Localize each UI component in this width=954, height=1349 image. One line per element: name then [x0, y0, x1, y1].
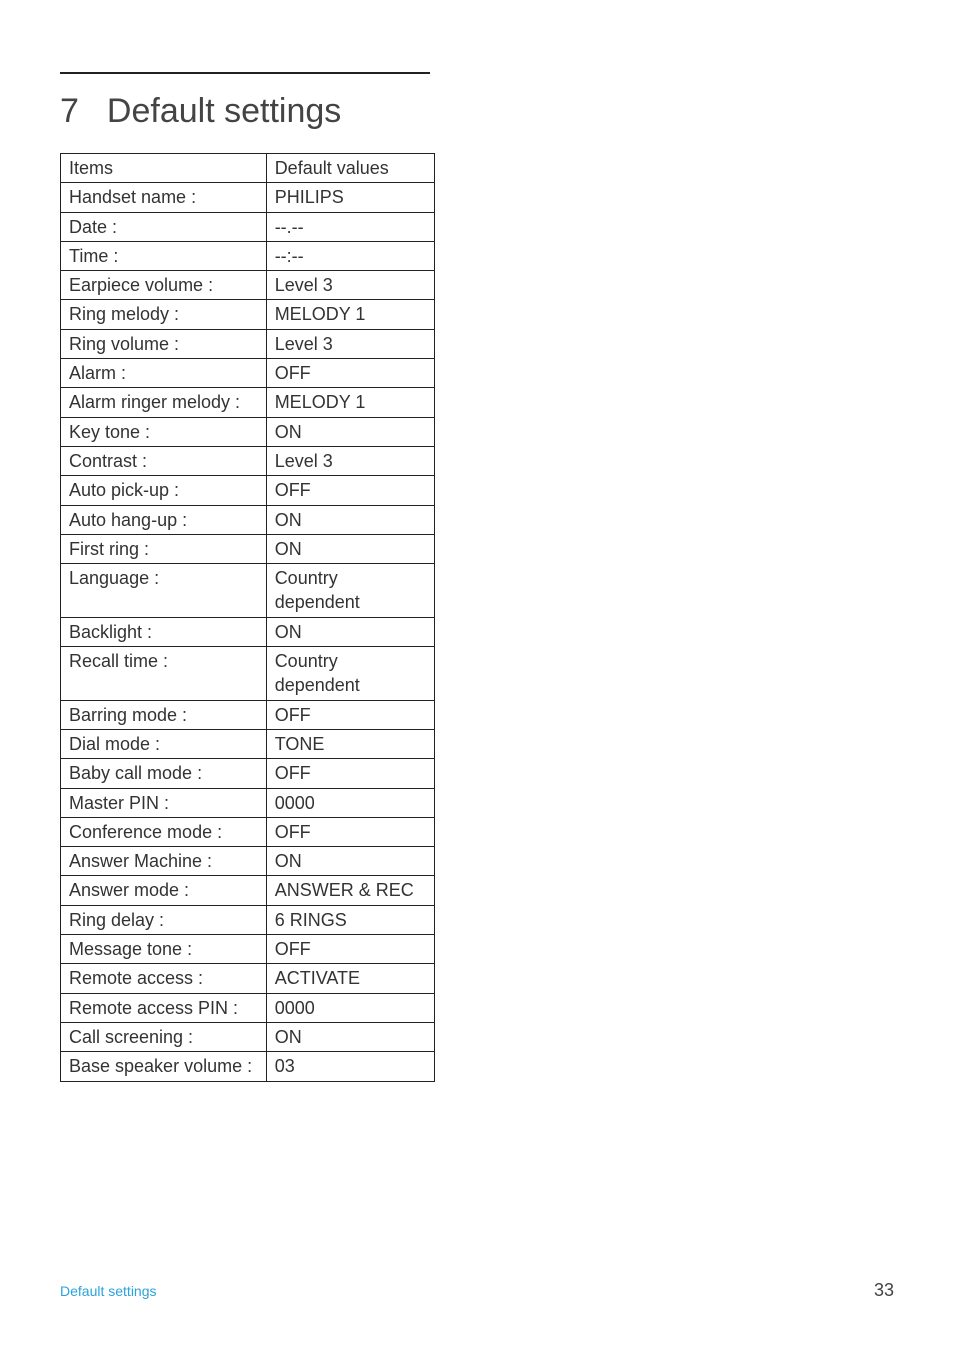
table-cell-value: OFF	[266, 817, 434, 846]
table-row: Backlight :ON	[61, 617, 435, 646]
table-cell-item: Date :	[61, 212, 267, 241]
table-cell-value: --:--	[266, 241, 434, 270]
section-number: 7	[60, 92, 79, 131]
table-row: Conference mode :OFF	[61, 817, 435, 846]
table-row: Alarm :OFF	[61, 359, 435, 388]
table-row: Master PIN :0000	[61, 788, 435, 817]
table-cell-item: Call screening :	[61, 1022, 267, 1051]
table-cell-item: Answer Machine :	[61, 847, 267, 876]
section-heading: 7 Default settings	[60, 92, 894, 131]
table-cell-value: Level 3	[266, 329, 434, 358]
table-cell-item: Handset name :	[61, 183, 267, 212]
table-cell-item: Alarm ringer melody :	[61, 388, 267, 417]
table-cell-item: Auto pick-up :	[61, 476, 267, 505]
table-row: First ring :ON	[61, 534, 435, 563]
table-cell-value: ON	[266, 417, 434, 446]
table-cell-item: Barring mode :	[61, 700, 267, 729]
table-cell-value: MELODY 1	[266, 388, 434, 417]
table-cell-value: OFF	[266, 935, 434, 964]
table-row: Answer mode :ANSWER & REC	[61, 876, 435, 905]
table-cell-value: 6 RINGS	[266, 905, 434, 934]
table-row: Ring delay :6 RINGS	[61, 905, 435, 934]
table-cell-value: ON	[266, 534, 434, 563]
table-row: Earpiece volume :Level 3	[61, 271, 435, 300]
table-row: Remote access :ACTIVATE	[61, 964, 435, 993]
table-cell-value: OFF	[266, 476, 434, 505]
table-cell-item: Ring melody :	[61, 300, 267, 329]
table-cell-value: MELODY 1	[266, 300, 434, 329]
table-cell-value: OFF	[266, 359, 434, 388]
table-row: Baby call mode :OFF	[61, 759, 435, 788]
table-cell-value: ON	[266, 847, 434, 876]
table-cell-item: Remote access PIN :	[61, 993, 267, 1022]
table-cell-item: Base speaker volume :	[61, 1052, 267, 1081]
table-cell-item: Message tone :	[61, 935, 267, 964]
table-row: Auto hang-up :ON	[61, 505, 435, 534]
table-cell-item: Backlight :	[61, 617, 267, 646]
table-cell-value: 03	[266, 1052, 434, 1081]
table-row: Alarm ringer melody :MELODY 1	[61, 388, 435, 417]
table-row: Base speaker volume :03	[61, 1052, 435, 1081]
document-page: 7 Default settings Items Default values …	[0, 0, 954, 1349]
table-cell-value: Country dependent	[266, 564, 434, 618]
table-row: Dial mode :TONE	[61, 729, 435, 758]
table-cell-value: --.--	[266, 212, 434, 241]
default-settings-table: Items Default values Handset name :PHILI…	[60, 153, 435, 1082]
table-row: Ring volume :Level 3	[61, 329, 435, 358]
table-cell-item: Dial mode :	[61, 729, 267, 758]
footer-section-label: Default settings	[60, 1283, 157, 1299]
table-cell-item: Time :	[61, 241, 267, 270]
table-cell-value: Level 3	[266, 271, 434, 300]
table-row: Ring melody :MELODY 1	[61, 300, 435, 329]
section-title: Default settings	[107, 92, 341, 131]
table-row: Auto pick-up :OFF	[61, 476, 435, 505]
table-cell-item: Baby call mode :	[61, 759, 267, 788]
table-row: Time :--:--	[61, 241, 435, 270]
table-cell-item: Earpiece volume :	[61, 271, 267, 300]
table-cell-value: Country dependent	[266, 647, 434, 701]
section-rule	[60, 72, 430, 74]
table-cell-value: ANSWER & REC	[266, 876, 434, 905]
table-cell-item: Ring delay :	[61, 905, 267, 934]
table-cell-item: First ring :	[61, 534, 267, 563]
table-cell-value: ON	[266, 617, 434, 646]
table-cell-value: 0000	[266, 993, 434, 1022]
table-row: Call screening :ON	[61, 1022, 435, 1051]
page-footer: Default settings 33	[60, 1280, 894, 1301]
table-cell-value: ON	[266, 505, 434, 534]
table-row: Date :--.--	[61, 212, 435, 241]
table-cell-item: Answer mode :	[61, 876, 267, 905]
table-cell-item: Conference mode :	[61, 817, 267, 846]
table-header-items: Items	[61, 154, 267, 183]
table-row: Key tone :ON	[61, 417, 435, 446]
table-row: Remote access PIN :0000	[61, 993, 435, 1022]
footer-page-number: 33	[874, 1280, 894, 1301]
table-cell-item: Master PIN :	[61, 788, 267, 817]
table-row: Barring mode :OFF	[61, 700, 435, 729]
table-row: Language :Country dependent	[61, 564, 435, 618]
table-cell-item: Auto hang-up :	[61, 505, 267, 534]
table-row: Handset name :PHILIPS	[61, 183, 435, 212]
table-cell-value: PHILIPS	[266, 183, 434, 212]
table-cell-value: ACTIVATE	[266, 964, 434, 993]
table-cell-value: 0000	[266, 788, 434, 817]
table-cell-item: Ring volume :	[61, 329, 267, 358]
table-row: Recall time :Country dependent	[61, 647, 435, 701]
table-cell-value: TONE	[266, 729, 434, 758]
table-cell-value: OFF	[266, 759, 434, 788]
table-cell-value: Level 3	[266, 446, 434, 475]
table-cell-value: ON	[266, 1022, 434, 1051]
table-cell-item: Language :	[61, 564, 267, 618]
table-cell-value: OFF	[266, 700, 434, 729]
table-header-row: Items Default values	[61, 154, 435, 183]
table-cell-item: Recall time :	[61, 647, 267, 701]
table-cell-item: Remote access :	[61, 964, 267, 993]
table-header-values: Default values	[266, 154, 434, 183]
table-cell-item: Alarm :	[61, 359, 267, 388]
table-cell-item: Contrast :	[61, 446, 267, 475]
table-row: Contrast :Level 3	[61, 446, 435, 475]
table-row: Answer Machine :ON	[61, 847, 435, 876]
table-row: Message tone :OFF	[61, 935, 435, 964]
table-cell-item: Key tone :	[61, 417, 267, 446]
